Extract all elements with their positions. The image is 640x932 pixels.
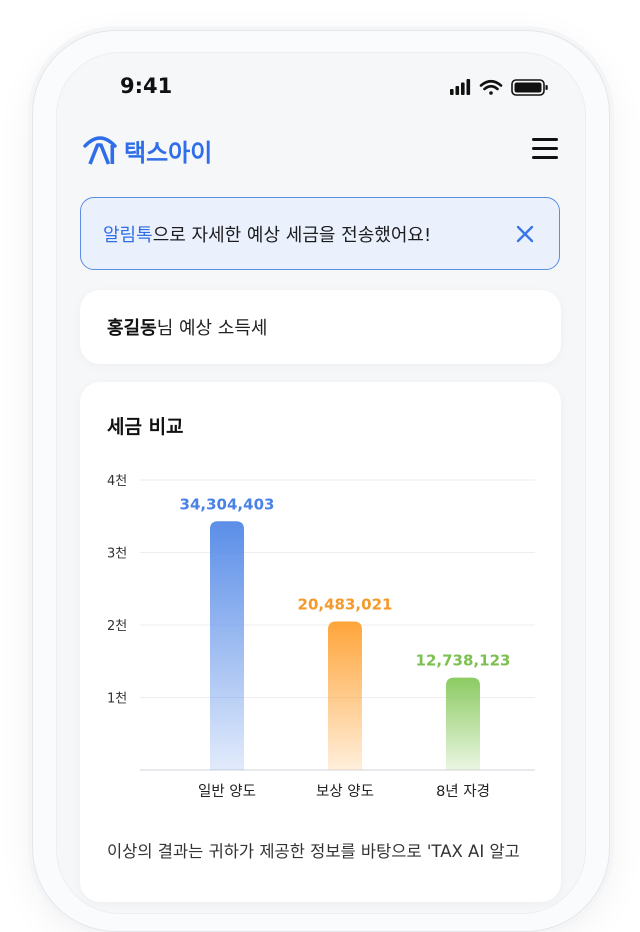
chart-card: 세금 비교 1천 2천 3천 4천 34,304,403 일반 양도 20,483,021 보… — [80, 382, 561, 902]
y-tick-label: 2천 — [107, 619, 127, 634]
hamburger-menu-icon[interactable] — [530, 136, 560, 162]
summary-card: 홍길동 님 예상 소득세 — [80, 290, 561, 364]
app-logo[interactable]: 택스아이 — [82, 132, 212, 168]
bar-3[interactable] — [446, 677, 480, 770]
y-tick-label: 1천 — [107, 692, 127, 707]
data-label: 20,483,021 — [298, 595, 393, 613]
chart-title: 세금 비교 — [107, 416, 184, 438]
x-tick-label: 8년 자경 — [436, 783, 490, 800]
wifi-icon — [479, 79, 503, 95]
battery-icon — [511, 79, 548, 96]
banner-text: 으로 자세한 예상 세금을 전송했어요! — [152, 224, 432, 246]
y-tick-label: 3천 — [107, 547, 127, 562]
bar-2[interactable] — [328, 621, 362, 770]
x-tick-label: 보상 양도 — [316, 783, 374, 800]
close-icon[interactable] — [513, 222, 537, 246]
disclaimer-text: 이상의 결과는 귀하가 제공한 정보를 바탕으로 'TAX AI 알고 — [107, 842, 520, 861]
status-time: 9:41 — [120, 74, 173, 98]
x-tick-label: 일반 양도 — [198, 783, 256, 800]
logo-text: 택스아이 — [124, 138, 213, 167]
bar-1[interactable] — [210, 521, 244, 770]
status-icons — [450, 76, 550, 98]
data-label: 12,738,123 — [416, 652, 511, 670]
banner-highlight: 알림톡 — [103, 224, 153, 246]
y-tick-label: 4천 — [107, 474, 127, 489]
data-label: 34,304,403 — [180, 495, 275, 513]
user-name: 홍길동 — [107, 318, 157, 339]
signal-icon — [450, 79, 471, 95]
ai-logo-icon — [83, 136, 117, 165]
summary-label: 님 예상 소득세 — [156, 318, 268, 339]
tax-comparison-chart: 1천 2천 3천 4천 34,304,403 일반 양도 20,483,021 보상 양도 12… — [107, 474, 535, 800]
notification-banner: 알림톡 으로 자세한 예상 세금을 전송했어요! — [80, 197, 560, 270]
